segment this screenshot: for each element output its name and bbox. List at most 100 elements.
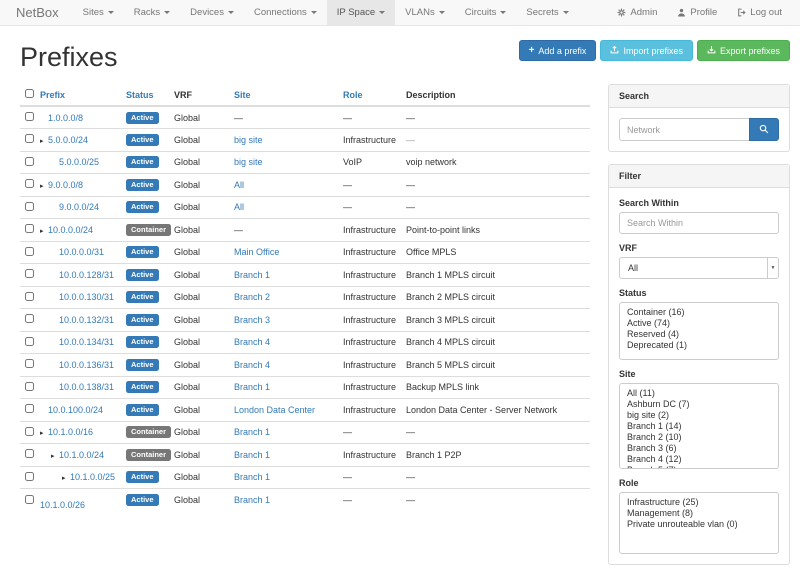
- site-link[interactable]: Branch 1: [234, 450, 270, 460]
- nav-item-sites[interactable]: Sites: [73, 0, 124, 25]
- add-prefix-label: Add a prefix: [538, 46, 586, 56]
- role-filter-option[interactable]: Private unrouteable vlan (0): [620, 518, 778, 529]
- prefix-link[interactable]: 10.0.0.132/31: [59, 315, 114, 325]
- prefix-link[interactable]: 10.1.0.0/16: [48, 427, 93, 437]
- nav-item-vlans[interactable]: VLANs: [395, 0, 455, 25]
- status-filter-option[interactable]: Deprecated (1): [620, 339, 778, 350]
- site-filter-option[interactable]: Branch 1 (14): [620, 420, 778, 431]
- column-header-status[interactable]: Status: [122, 84, 170, 106]
- row-checkbox[interactable]: [25, 134, 34, 143]
- site-link[interactable]: Branch 1: [234, 382, 270, 392]
- row-checkbox[interactable]: [25, 202, 34, 211]
- nav-item-circuits[interactable]: Circuits: [455, 0, 517, 25]
- site-filter-option[interactable]: Branch 3 (6): [620, 442, 778, 453]
- nav-item-secrets[interactable]: Secrets: [516, 0, 578, 25]
- prefix-link[interactable]: 10.1.0.0/24: [59, 450, 104, 460]
- site-filter-option[interactable]: Ashburn DC (7): [620, 398, 778, 409]
- vrf-value: Global: [174, 225, 200, 235]
- vrf-select[interactable]: All ▼: [619, 257, 779, 279]
- prefix-link[interactable]: 10.1.0.0/26: [40, 500, 85, 510]
- status-filter-option[interactable]: Active (74): [620, 317, 778, 328]
- site-filter-option[interactable]: Branch 5 (7): [620, 464, 778, 469]
- prefix-link[interactable]: 5.0.0.0/24: [48, 135, 88, 145]
- nav-item-devices[interactable]: Devices: [180, 0, 244, 25]
- site-link[interactable]: Branch 1: [234, 427, 270, 437]
- row-checkbox[interactable]: [25, 472, 34, 481]
- prefix-link[interactable]: 10.0.0.138/31: [59, 382, 114, 392]
- site-link[interactable]: big site: [234, 135, 263, 145]
- prefix-link[interactable]: 10.0.0.134/31: [59, 337, 114, 347]
- search-input[interactable]: [619, 118, 749, 141]
- row-checkbox[interactable]: [25, 337, 34, 346]
- site-link[interactable]: All: [234, 180, 244, 190]
- site-link[interactable]: Branch 1: [234, 270, 270, 280]
- row-checkbox[interactable]: [25, 224, 34, 233]
- import-prefixes-button[interactable]: Import prefixes: [600, 40, 693, 61]
- prefix-link[interactable]: 9.0.0.0/8: [48, 180, 83, 190]
- select-all-checkbox[interactable]: [25, 89, 34, 98]
- app-brand[interactable]: NetBox: [0, 0, 73, 25]
- status-filter-option[interactable]: Container (16): [620, 306, 778, 317]
- row-checkbox[interactable]: [25, 382, 34, 391]
- site-link[interactable]: Main Office: [234, 247, 279, 257]
- prefix-link[interactable]: 10.0.0.0/24: [48, 225, 93, 235]
- column-header-site[interactable]: Site: [230, 84, 339, 106]
- site-link[interactable]: London Data Center: [234, 405, 315, 415]
- nav-admin[interactable]: Admin: [607, 0, 667, 25]
- role-filter-option[interactable]: Management (8): [620, 507, 778, 518]
- prefix-link[interactable]: 9.0.0.0/24: [59, 202, 99, 212]
- row-checkbox[interactable]: [25, 269, 34, 278]
- row-checkbox[interactable]: [25, 112, 34, 121]
- prefix-link[interactable]: 1.0.0.0/8: [48, 113, 83, 123]
- description-value: Branch 1 MPLS circuit: [406, 270, 495, 280]
- row-checkbox[interactable]: [25, 495, 34, 504]
- status-filter-listbox[interactable]: Container (16)Active (74)Reserved (4)Dep…: [619, 302, 779, 360]
- column-header-role[interactable]: Role: [339, 84, 402, 106]
- row-checkbox[interactable]: [25, 292, 34, 301]
- site-link[interactable]: Branch 3: [234, 315, 270, 325]
- column-header-prefix[interactable]: Prefix: [36, 84, 122, 106]
- site-filter-option[interactable]: big site (2): [620, 409, 778, 420]
- search-button[interactable]: [749, 118, 779, 141]
- site-filter-listbox[interactable]: All (11)Ashburn DC (7)big site (2)Branch…: [619, 383, 779, 469]
- search-within-input[interactable]: [619, 212, 779, 234]
- row-checkbox[interactable]: [25, 247, 34, 256]
- row-checkbox[interactable]: [25, 157, 34, 166]
- prefix-link[interactable]: 5.0.0.0/25: [59, 157, 99, 167]
- user-icon: [677, 8, 686, 17]
- site-link[interactable]: Branch 1: [234, 495, 270, 505]
- prefix-link[interactable]: 10.0.0.128/31: [59, 270, 114, 280]
- nav-item-ip-space[interactable]: IP Space: [327, 0, 395, 25]
- prefix-link[interactable]: 10.1.0.0/25: [70, 472, 115, 482]
- nav-item-racks[interactable]: Racks: [124, 0, 180, 25]
- site-filter-option[interactable]: Branch 2 (10): [620, 431, 778, 442]
- role-filter-option[interactable]: Infrastructure (25): [620, 496, 778, 507]
- prefix-link[interactable]: 10.0.100.0/24: [48, 405, 103, 415]
- row-checkbox[interactable]: [25, 427, 34, 436]
- table-row: 10.0.0.138/31 Active Global Branch 1 Inf…: [20, 376, 590, 399]
- nav-logout[interactable]: Log out: [727, 0, 792, 25]
- download-icon: [707, 45, 716, 56]
- site-link[interactable]: All: [234, 202, 244, 212]
- site-link[interactable]: big site: [234, 157, 263, 167]
- site-filter-option[interactable]: All (11): [620, 387, 778, 398]
- add-prefix-button[interactable]: + Add a prefix: [519, 40, 597, 61]
- row-checkbox[interactable]: [25, 359, 34, 368]
- role-filter-listbox[interactable]: Infrastructure (25)Management (8)Private…: [619, 492, 779, 554]
- nav-item-connections[interactable]: Connections: [244, 0, 327, 25]
- prefix-link[interactable]: 10.0.0.0/31: [59, 247, 104, 257]
- export-prefixes-button[interactable]: Export prefixes: [697, 40, 790, 61]
- row-checkbox[interactable]: [25, 404, 34, 413]
- site-link[interactable]: Branch 4: [234, 337, 270, 347]
- status-filter-option[interactable]: Reserved (4): [620, 328, 778, 339]
- prefix-link[interactable]: 10.0.0.130/31: [59, 292, 114, 302]
- prefix-link[interactable]: 10.0.0.136/31: [59, 360, 114, 370]
- site-link[interactable]: Branch 1: [234, 472, 270, 482]
- row-checkbox[interactable]: [25, 449, 34, 458]
- site-link[interactable]: Branch 4: [234, 360, 270, 370]
- site-filter-option[interactable]: Branch 4 (12): [620, 453, 778, 464]
- row-checkbox[interactable]: [25, 179, 34, 188]
- row-checkbox[interactable]: [25, 314, 34, 323]
- nav-profile[interactable]: Profile: [667, 0, 727, 25]
- site-link[interactable]: Branch 2: [234, 292, 270, 302]
